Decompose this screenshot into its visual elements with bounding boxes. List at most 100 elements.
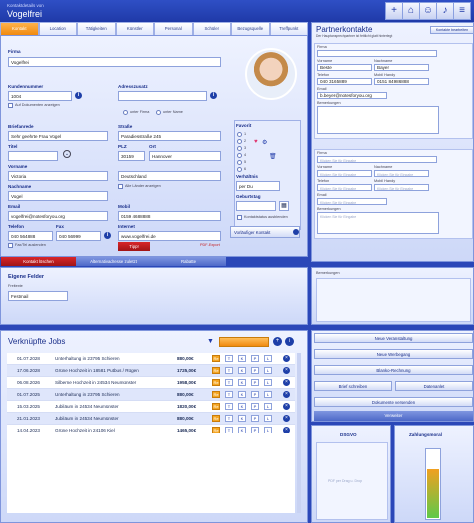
partner-vorname-input[interactable]	[317, 64, 372, 71]
favorit-radio-2[interactable]	[237, 139, 242, 144]
menu-icon[interactable]: ≡	[453, 2, 471, 20]
favorit-radio-1[interactable]	[237, 132, 242, 137]
job-t-icon[interactable]: T	[225, 379, 233, 386]
job-delete-icon[interactable]: ×	[283, 415, 290, 422]
blanko-rechnung-button[interactable]: Blanko-Rechnung	[314, 365, 473, 375]
fax-input[interactable]	[56, 231, 101, 241]
partner2-email-input[interactable]: Klicken Sie für Eingabe	[317, 198, 387, 205]
job-p-icon[interactable]: P	[251, 403, 259, 410]
job-row[interactable]: 01.07.2028 Unterhaltung in 23795 Schieren…	[7, 353, 295, 365]
firma-input[interactable]	[8, 57, 221, 67]
job-re-icon[interactable]: Re	[212, 391, 220, 398]
trash-icon[interactable]: 🗑	[269, 153, 277, 160]
job-p-icon[interactable]: P	[251, 415, 259, 422]
favorit-radio-4[interactable]	[237, 153, 242, 158]
land-select[interactable]	[118, 171, 221, 181]
info-icon[interactable]: i	[285, 337, 294, 346]
fax-aus-checkbox[interactable]	[8, 243, 13, 248]
titel-options-icon[interactable]: ⌄	[63, 150, 71, 158]
job-l-icon[interactable]: L	[264, 367, 272, 374]
kontaktstatus-checkbox[interactable]	[237, 215, 242, 220]
job-delete-icon[interactable]: ×	[283, 367, 290, 374]
tab-bezugsquelle[interactable]: Bezugsquelle	[231, 22, 270, 35]
ort-input[interactable]	[149, 151, 221, 161]
tab-taetigkeiten[interactable]: Tätigkeiten	[77, 22, 116, 35]
unter-name-radio[interactable]	[156, 110, 161, 115]
tab-treffpunkt[interactable]: Treffpunkt	[269, 22, 308, 35]
job-re-icon[interactable]: Re	[212, 403, 220, 410]
kontakte-bearbeiten-button[interactable]: Kontakte bearbeiten	[430, 26, 474, 34]
alle-laender-checkbox[interactable]	[118, 184, 123, 189]
job-delete-icon[interactable]: ×	[283, 355, 290, 362]
partner-firma-input[interactable]	[317, 50, 437, 57]
job-re-icon[interactable]: Re	[212, 355, 220, 362]
job-t-icon[interactable]: T	[225, 355, 233, 362]
kundennummer-input[interactable]	[8, 91, 72, 101]
partner2-mobil-input[interactable]: Klicken Sie für Eingabe	[374, 184, 429, 191]
tab-schueler[interactable]: Schüler	[192, 22, 231, 35]
music-icon[interactable]: ♪	[436, 2, 454, 20]
job-row[interactable]: 21.01.2023 Jubiläum in 24534 Neumünster 88…	[7, 413, 295, 425]
job-l-icon[interactable]: L	[264, 415, 272, 422]
geburtstag-input[interactable]	[236, 201, 276, 211]
job-t-icon[interactable]: T	[225, 391, 233, 398]
partner-telefon-input[interactable]	[317, 78, 372, 85]
job-t-icon[interactable]: T	[225, 415, 233, 422]
job-re-icon[interactable]: Re	[212, 367, 220, 374]
job-delete-icon[interactable]: ×	[283, 379, 290, 386]
gear-icon[interactable]: ⚙	[262, 139, 267, 146]
job-t-icon[interactable]: T	[225, 367, 233, 374]
filter-icon[interactable]: ▼	[207, 338, 214, 345]
favorit-radio-3[interactable]	[237, 146, 242, 151]
datenanlet-button[interactable]: Datenanlet	[395, 381, 473, 391]
partner2-bemerkung-input[interactable]: Klicken Sie für Eingabe	[317, 212, 439, 234]
partner-mobil-input[interactable]	[374, 78, 429, 85]
tipp-button[interactable]: Tipp!	[118, 242, 150, 251]
job-k-icon[interactable]: K	[238, 367, 246, 374]
partner-nachname-input[interactable]	[374, 64, 429, 71]
job-k-icon[interactable]: K	[238, 355, 246, 362]
job-delete-icon[interactable]: ×	[283, 391, 290, 398]
auf-dokumenten-checkbox[interactable]	[8, 103, 13, 108]
partner-bemerkung-input[interactable]	[317, 106, 439, 134]
rabatte-tab[interactable]: Rabatte	[151, 257, 226, 266]
job-p-icon[interactable]: P	[251, 379, 259, 386]
partner2-telefon-input[interactable]: Klicken Sie für Eingabe	[317, 184, 372, 191]
jobs-dropdown[interactable]	[219, 337, 269, 347]
nachname-input[interactable]	[8, 191, 108, 201]
job-k-icon[interactable]: K	[238, 379, 246, 386]
partner2-vorname-input[interactable]: Klicken Sie für Eingabe	[317, 170, 372, 177]
info-icon[interactable]: i	[210, 92, 217, 99]
telefon-input[interactable]	[8, 231, 53, 241]
adresszusatz-input[interactable]	[118, 91, 207, 101]
job-l-icon[interactable]: L	[264, 379, 272, 386]
job-p-icon[interactable]: P	[251, 355, 259, 362]
partner2-firma-input[interactable]: Klicken Sie für Eingabe	[317, 156, 437, 163]
job-re-icon[interactable]: Re	[212, 379, 220, 386]
titel-select[interactable]	[8, 151, 58, 161]
job-l-icon[interactable]: L	[264, 391, 272, 398]
email-input[interactable]	[8, 211, 108, 221]
dokumente-versenden-button[interactable]: Dokumente versenden	[314, 397, 473, 407]
neue-veranstaltung-button[interactable]: Neue Veranstaltung	[314, 333, 473, 343]
job-l-icon[interactable]: L	[264, 403, 272, 410]
kontakt-loeschen-tab[interactable]: Kontakt löschen	[1, 257, 76, 266]
verweiter-button[interactable]: Verweiter	[314, 411, 473, 421]
calendar-icon[interactable]: ▦	[279, 201, 289, 211]
job-k-icon[interactable]: K	[238, 403, 246, 410]
jobs-scrollbar[interactable]	[297, 353, 301, 513]
home-icon[interactable]: ⌂	[402, 2, 420, 20]
job-l-icon[interactable]: L	[264, 355, 272, 362]
job-row[interactable]: 01.07.2025 Unterhaltung in 23795 Schieren…	[7, 389, 295, 401]
job-k-icon[interactable]: K	[238, 391, 246, 398]
partner-email-input[interactable]	[317, 92, 387, 99]
job-delete-icon[interactable]: ×	[283, 403, 290, 410]
verhaeltnis-select[interactable]	[236, 181, 280, 191]
mobil-input[interactable]	[118, 211, 221, 221]
job-re-icon[interactable]: Re	[212, 415, 220, 422]
plus-icon[interactable]: +	[385, 2, 403, 20]
neue-werbegang-button[interactable]: Neue Werbegang	[314, 349, 473, 359]
job-p-icon[interactable]: P	[251, 367, 259, 374]
partner2-nachname-input[interactable]: Klicken Sie für Eingabe	[374, 170, 429, 177]
job-k-icon[interactable]: K	[238, 415, 246, 422]
